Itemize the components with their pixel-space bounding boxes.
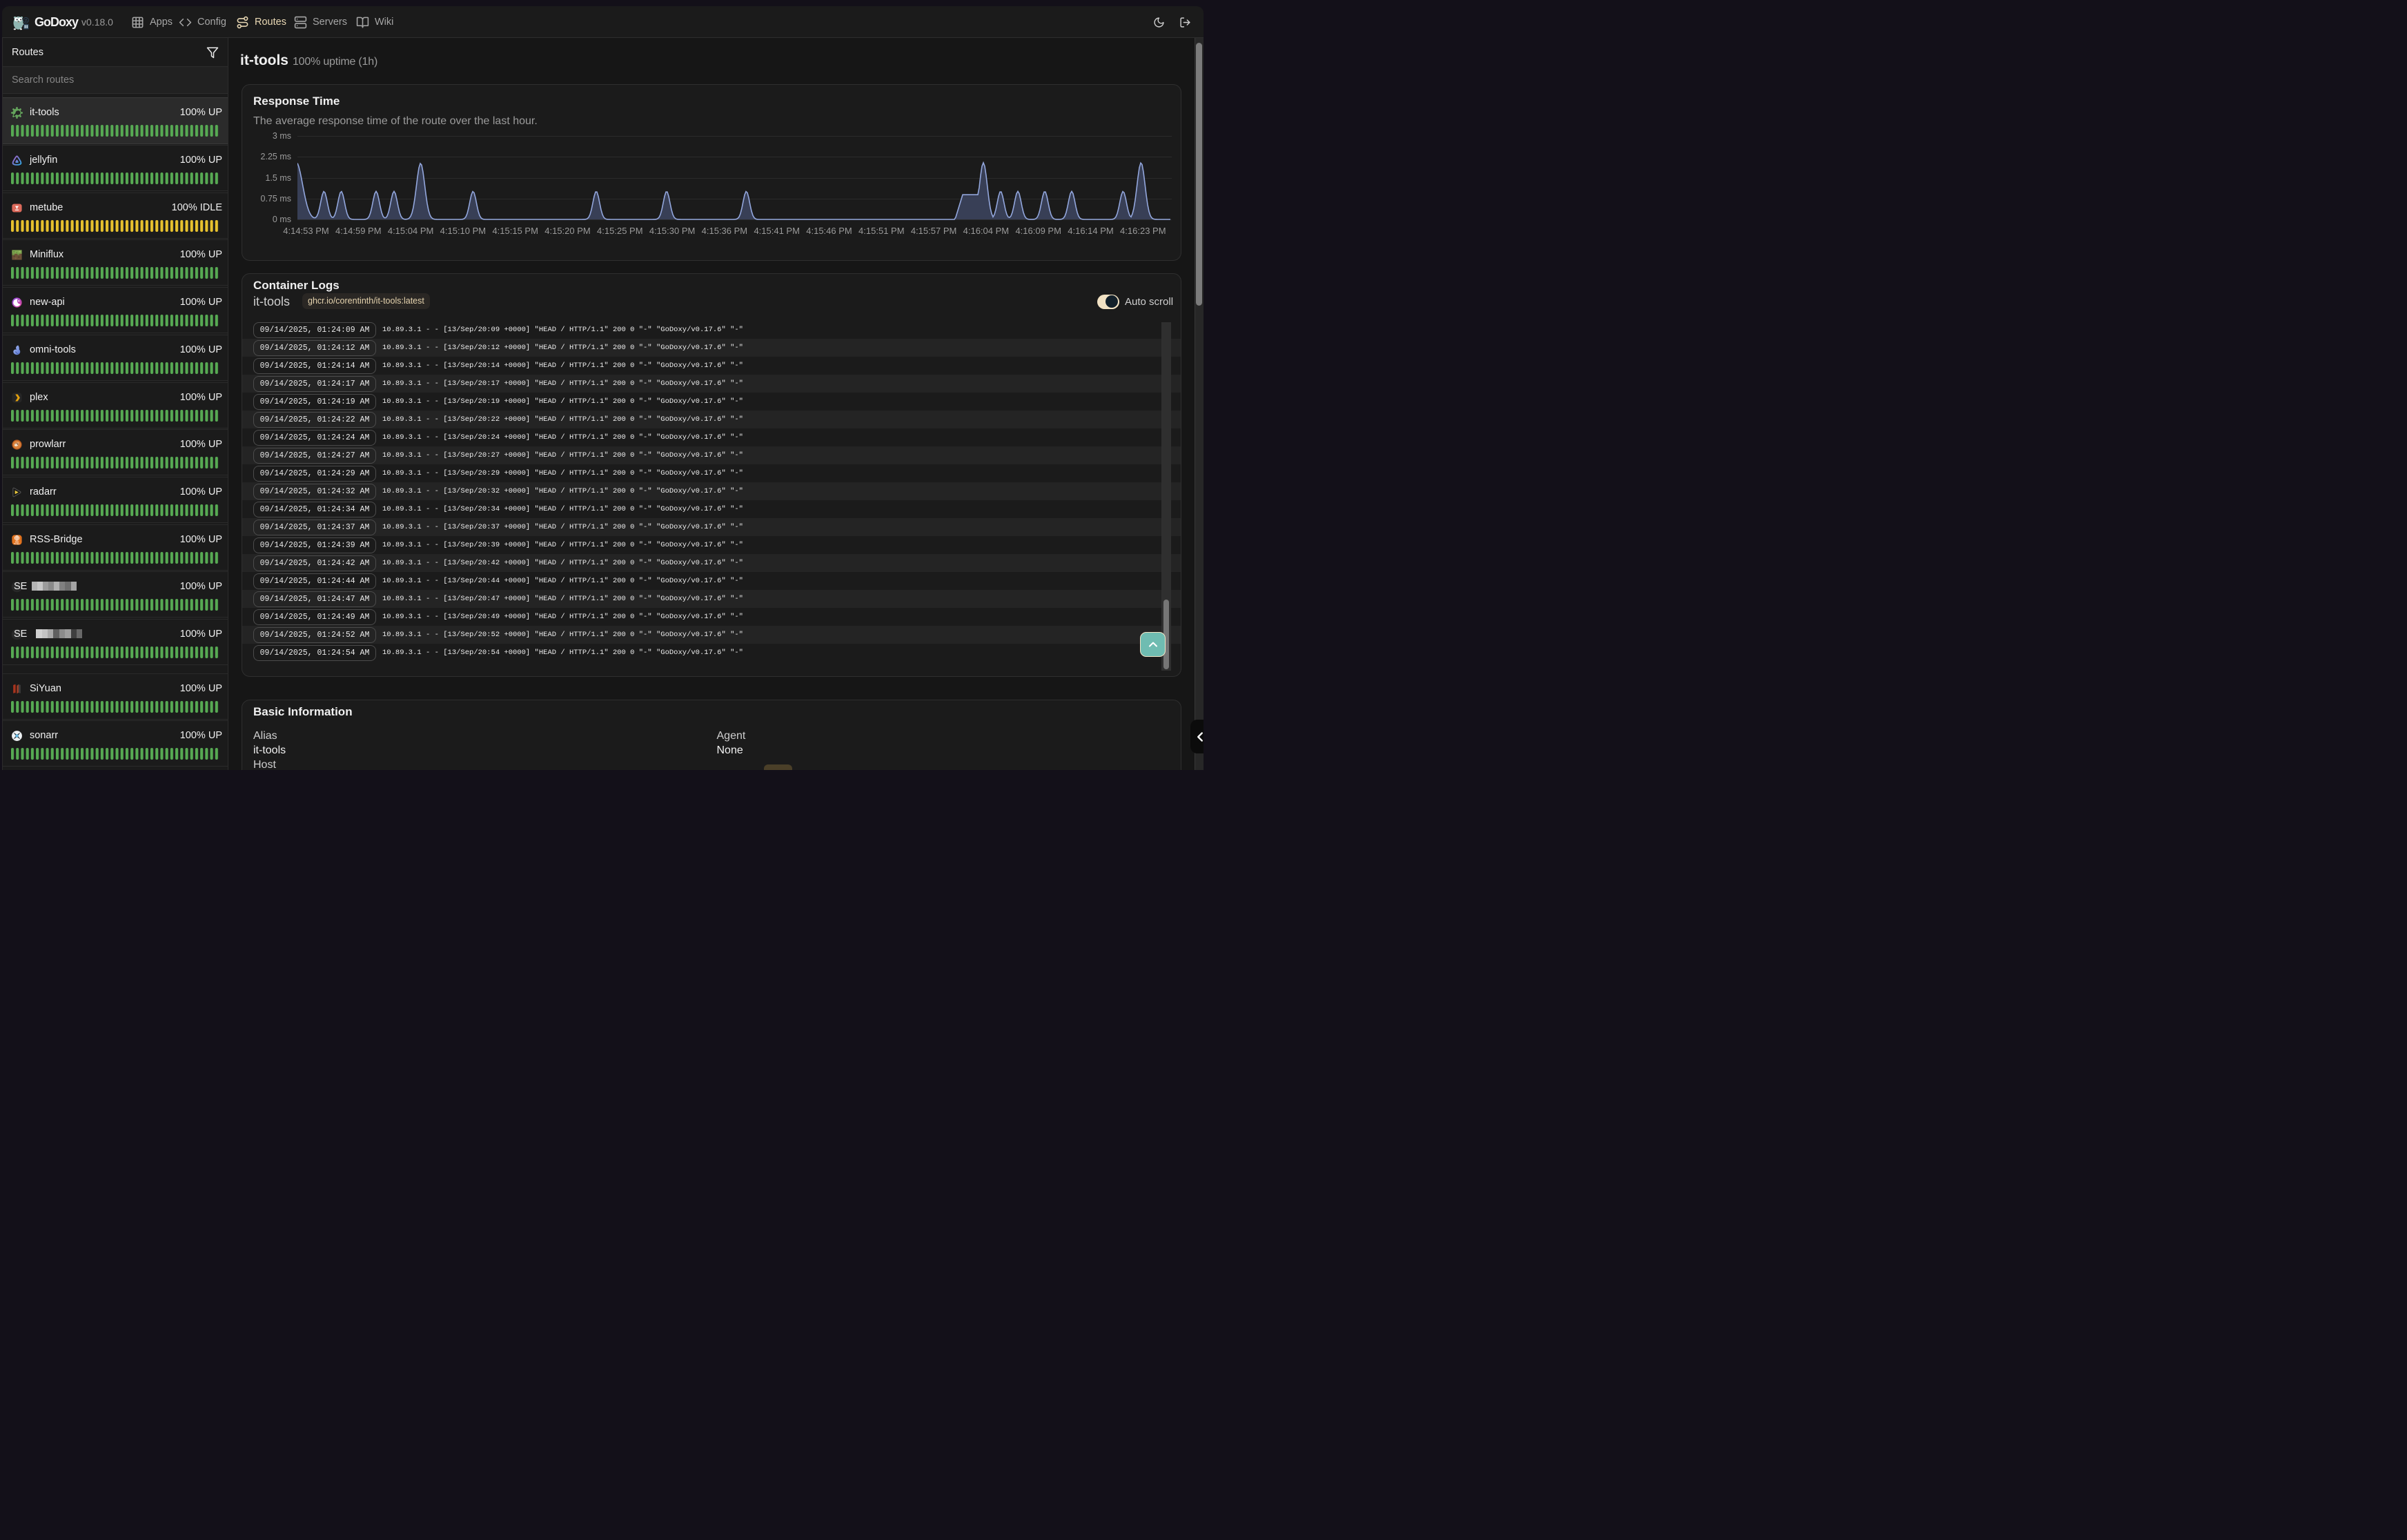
svg-text:Bridge: Bridge <box>14 542 20 545</box>
